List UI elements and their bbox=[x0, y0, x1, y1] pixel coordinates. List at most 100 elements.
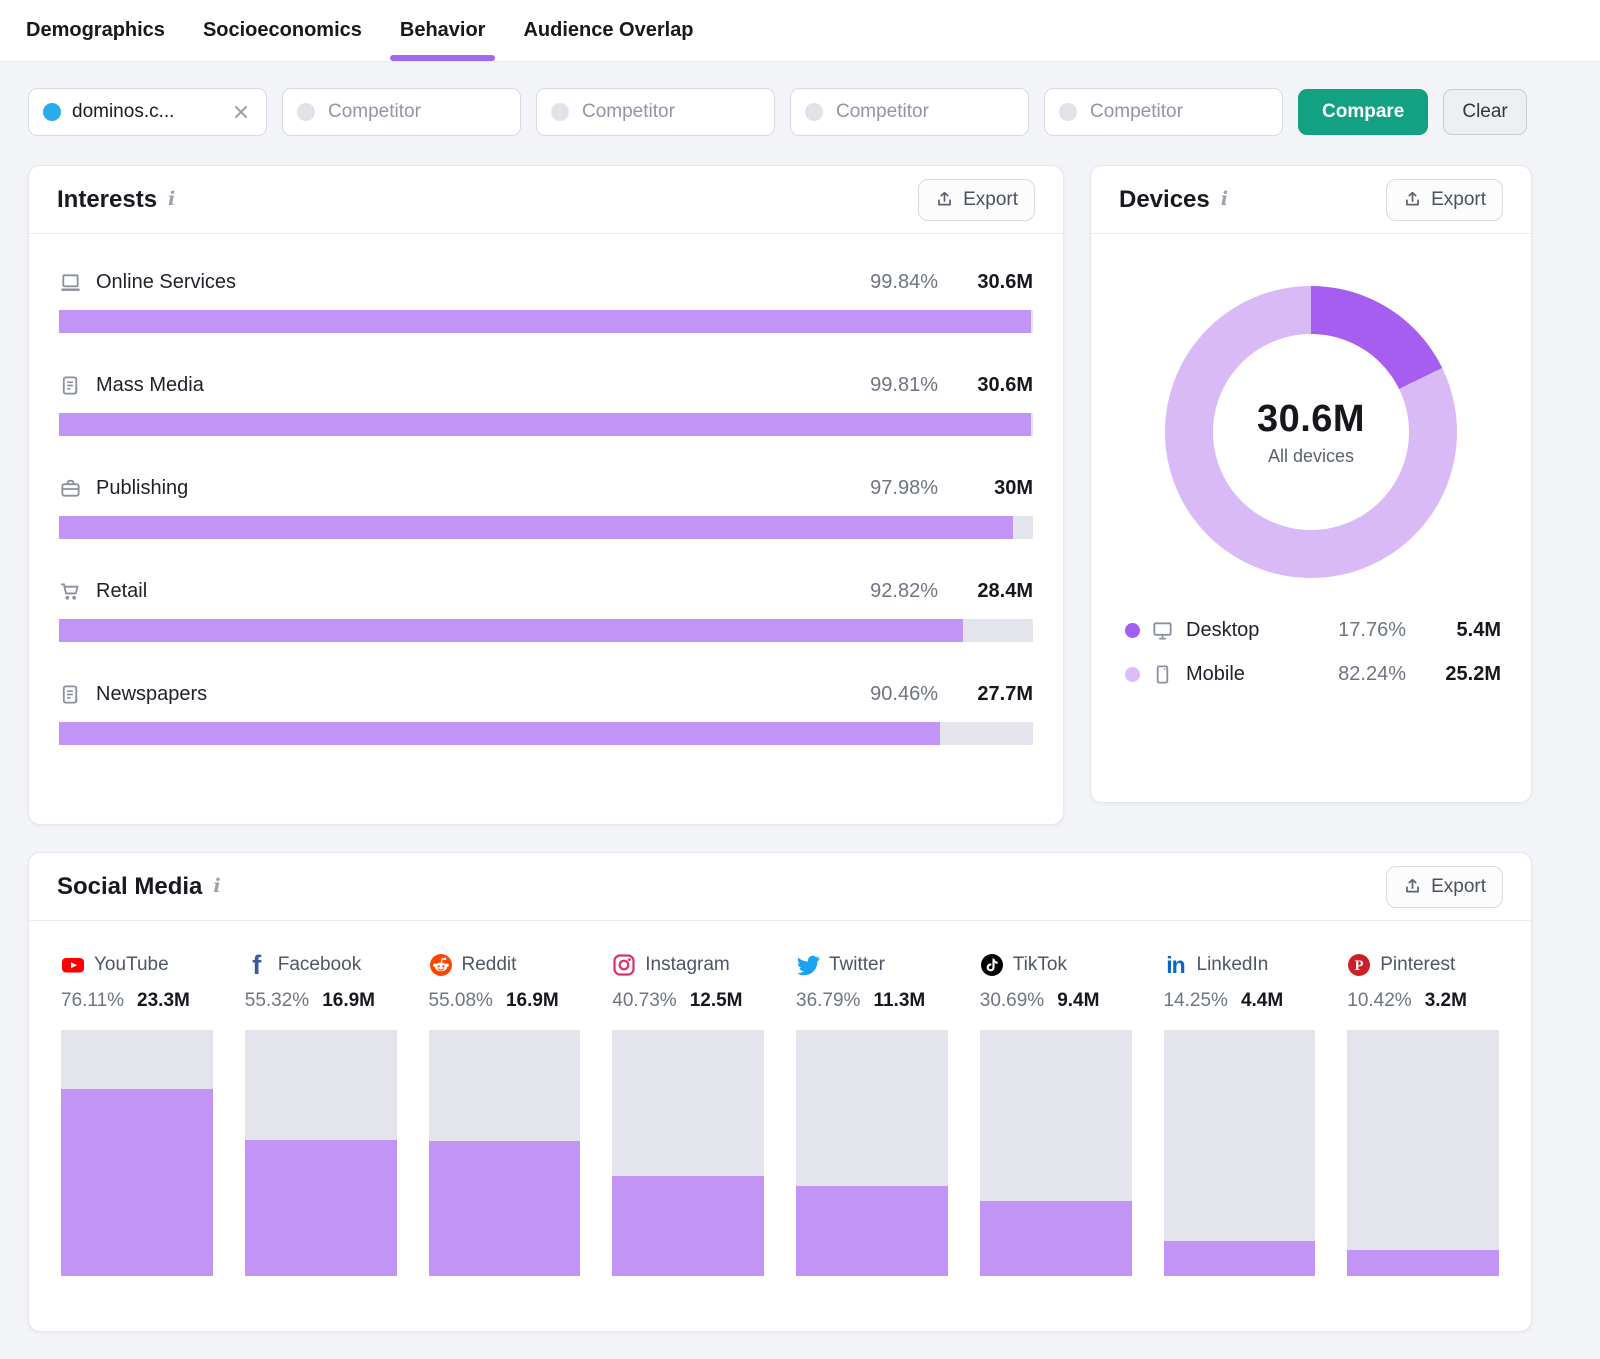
interest-bar-track bbox=[59, 310, 1033, 333]
social-name: YouTube bbox=[94, 954, 169, 975]
pinterest-icon: P bbox=[1347, 953, 1371, 977]
devices-panel: Devices i Export 30.6M All devices Deskt… bbox=[1090, 165, 1532, 803]
domain-pill[interactable]: dominos.c... bbox=[28, 88, 267, 136]
donut-center: 30.6M All devices bbox=[1213, 334, 1409, 530]
social-percent: 36.79% bbox=[796, 990, 861, 1011]
social-bar-fill bbox=[612, 1175, 764, 1276]
social-bar-track bbox=[1347, 1030, 1499, 1276]
social-bar-track bbox=[796, 1030, 948, 1276]
domain-label: dominos.c... bbox=[72, 101, 175, 122]
social-bar-track bbox=[612, 1030, 764, 1276]
tab-demographics[interactable]: Demographics bbox=[24, 0, 167, 61]
social-bar-fill bbox=[1347, 1250, 1499, 1276]
devices-export-button[interactable]: Export bbox=[1386, 178, 1503, 221]
interest-label: Retail bbox=[96, 579, 148, 602]
social-value: 11.3M bbox=[873, 990, 926, 1011]
legend-row-mobile: Mobile 82.24% 25.2M bbox=[1125, 662, 1501, 686]
interest-value: 30M bbox=[994, 476, 1033, 499]
social-value: 16.9M bbox=[505, 990, 559, 1011]
clear-button[interactable]: Clear bbox=[1443, 89, 1527, 135]
tab-bar: Demographics Socioeconomics Behavior Aud… bbox=[0, 0, 1600, 62]
social-bar-track bbox=[979, 1030, 1132, 1276]
social-media-panel: Social Media i Export YouTube 76.11% 23.… bbox=[28, 852, 1532, 1332]
social-value: 23.3M bbox=[137, 990, 190, 1011]
svg-text:P: P bbox=[1355, 958, 1364, 974]
competitor-input-2[interactable] bbox=[536, 88, 775, 136]
social-bar-fill bbox=[1163, 1240, 1316, 1276]
social-percent: 14.25% bbox=[1163, 990, 1228, 1011]
social-title: Social Media i bbox=[57, 873, 221, 901]
instagram-icon bbox=[612, 953, 636, 977]
devices-title-text: Devices bbox=[1119, 185, 1210, 213]
social-value: 3.2M bbox=[1424, 990, 1467, 1011]
interest-label: Mass Media bbox=[96, 373, 204, 396]
social-bar-fill bbox=[61, 1088, 213, 1276]
mobile-dot-icon bbox=[1125, 666, 1140, 682]
interest-bar-fill bbox=[59, 722, 941, 745]
interest-percent: 97.98% bbox=[870, 476, 938, 499]
export-icon bbox=[1406, 191, 1419, 206]
social-export-button[interactable]: Export bbox=[1386, 865, 1503, 908]
export-icon bbox=[1406, 878, 1419, 893]
competitor-field-1[interactable] bbox=[326, 100, 506, 124]
export-icon bbox=[938, 191, 951, 206]
interest-row: Mass Media 99.81% 30.6M bbox=[59, 373, 1033, 436]
devices-legend: Desktop 17.76% 5.4M Mobile 82.24% 25.2M bbox=[1125, 618, 1501, 686]
competitor-field-3[interactable] bbox=[834, 100, 1014, 124]
compare-button[interactable]: Compare bbox=[1298, 89, 1429, 135]
interest-label: Newspapers bbox=[96, 682, 208, 705]
social-name: TikTok bbox=[1012, 954, 1067, 975]
competitor-input-3[interactable] bbox=[790, 88, 1029, 136]
twitter-icon bbox=[796, 953, 820, 977]
legend-row-desktop: Desktop 17.76% 5.4M bbox=[1125, 618, 1501, 642]
tab-behavior[interactable]: Behavior bbox=[389, 0, 496, 61]
interest-row: Publishing 97.98% 30M bbox=[59, 476, 1033, 539]
competitor-input-4[interactable] bbox=[1044, 88, 1283, 136]
competitor-field-4[interactable] bbox=[1088, 100, 1268, 124]
tab-audience-overlap[interactable]: Audience Overlap bbox=[521, 0, 695, 61]
social-column-tiktok: TikTok 30.69% 9.4M bbox=[979, 953, 1132, 1276]
social-name: LinkedIn bbox=[1196, 954, 1269, 975]
filters-row: dominos.c... Compare Clear bbox=[28, 88, 1572, 136]
social-title-text: Social Media bbox=[57, 872, 203, 900]
social-column-reddit: Reddit 55.08% 16.9M bbox=[428, 953, 581, 1276]
info-icon[interactable]: i bbox=[213, 877, 220, 896]
social-name: Twitter bbox=[829, 954, 885, 975]
interest-value: 27.7M bbox=[977, 682, 1033, 705]
cart-icon bbox=[59, 579, 83, 603]
social-value: 9.4M bbox=[1057, 990, 1100, 1011]
info-icon[interactable]: i bbox=[1221, 190, 1228, 209]
laptop-icon bbox=[59, 270, 83, 294]
interests-export-button[interactable]: Export bbox=[918, 178, 1035, 221]
interest-value: 28.4M bbox=[977, 579, 1033, 602]
social-column-instagram: Instagram 40.73% 12.5M bbox=[612, 953, 764, 1276]
competitor-field-2[interactable] bbox=[580, 100, 760, 124]
interest-bar-fill bbox=[59, 516, 1014, 539]
interest-bar-track bbox=[59, 722, 1033, 745]
interest-percent: 90.46% bbox=[870, 682, 938, 705]
interest-bar-fill bbox=[59, 413, 1032, 436]
social-value: 4.4M bbox=[1240, 990, 1284, 1011]
interest-bar-track bbox=[59, 516, 1033, 539]
desktop-dot-icon bbox=[1125, 622, 1140, 638]
social-bar-fill bbox=[428, 1140, 581, 1276]
social-bar-fill bbox=[244, 1139, 397, 1276]
legend-label: Mobile bbox=[1186, 662, 1245, 685]
info-icon[interactable]: i bbox=[168, 190, 175, 209]
interests-list: Online Services 99.84% 30.6M Mass Media … bbox=[29, 234, 1063, 745]
devices-donut-chart: 30.6M All devices bbox=[1165, 286, 1457, 578]
linkedin-icon: in bbox=[1166, 951, 1185, 978]
social-value: 12.5M bbox=[689, 990, 743, 1011]
close-icon[interactable] bbox=[230, 101, 252, 123]
tab-socioeconomics[interactable]: Socioeconomics bbox=[201, 0, 364, 61]
social-name: Facebook bbox=[277, 954, 362, 975]
social-percent: 55.08% bbox=[428, 990, 493, 1011]
legend-percent: 17.76% bbox=[1338, 618, 1406, 641]
social-bar-track bbox=[428, 1030, 581, 1276]
social-name: Reddit bbox=[461, 954, 517, 975]
competitor-input-1[interactable] bbox=[282, 88, 521, 136]
social-header: Social Media i Export bbox=[29, 853, 1531, 921]
monitor-icon bbox=[1151, 618, 1175, 642]
youtube-icon bbox=[61, 953, 85, 977]
social-bar-fill bbox=[796, 1185, 948, 1276]
